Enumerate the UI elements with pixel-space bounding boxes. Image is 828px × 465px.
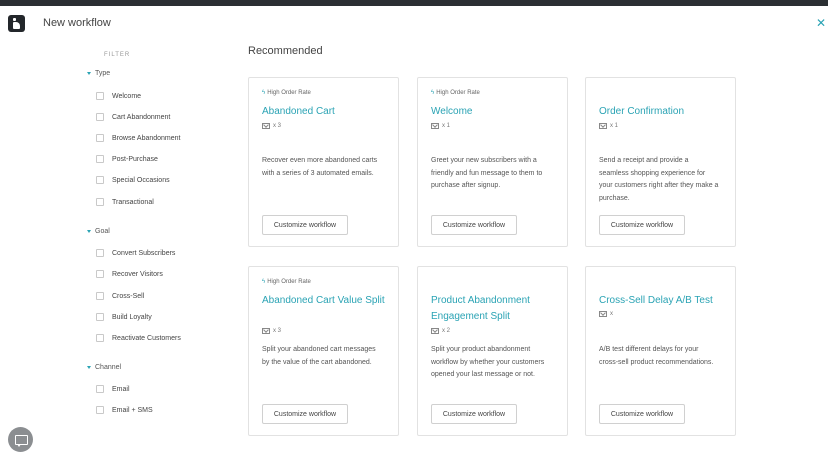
checkbox[interactable]	[96, 198, 104, 206]
page-title: New workflow	[43, 17, 111, 29]
bolt-icon: ϟ	[431, 90, 435, 96]
email-count: x 2	[431, 328, 450, 334]
card-title[interactable]: Abandoned Cart	[262, 104, 412, 120]
filter-group-goal[interactable]: Goal	[87, 228, 110, 235]
filter-option-cart-abandonment[interactable]: Cart Abandonment	[96, 111, 170, 123]
section-title: Recommended	[248, 45, 323, 57]
card-title[interactable]: Cross-Sell Delay A/B Test	[599, 293, 749, 309]
checkbox[interactable]	[96, 334, 104, 342]
checkbox[interactable]	[96, 406, 104, 414]
checkbox[interactable]	[96, 155, 104, 163]
mail-icon	[262, 123, 270, 129]
checkbox[interactable]	[96, 292, 104, 300]
high-order-rate-badge: ϟ High Order Rate	[262, 279, 311, 285]
caret-down-icon	[87, 365, 91, 369]
mail-icon	[431, 328, 439, 334]
chat-icon[interactable]	[8, 427, 33, 452]
high-order-rate-badge: ϟ High Order Rate	[262, 90, 311, 96]
email-count: x 3	[262, 123, 281, 129]
card-title[interactable]: Welcome	[431, 104, 581, 120]
customize-workflow-button[interactable]: Customize workflow	[262, 404, 348, 424]
filter-group-channel[interactable]: Channel	[87, 364, 121, 371]
filter-option-special-occasions[interactable]: Special Occasions	[96, 174, 170, 186]
email-count: x 1	[599, 123, 618, 129]
workflow-card-cross-sell-delay-ab-test[interactable]: Cross-Sell Delay A/B Test x A/B test dif…	[585, 266, 736, 436]
card-description: Recover even more abandoned carts with a…	[262, 157, 378, 177]
workflow-card-welcome[interactable]: ϟ High Order Rate Welcome x 1 Greet your …	[417, 77, 568, 247]
workflow-card-abandoned-cart-value-split[interactable]: ϟ High Order Rate Abandoned Cart Value Sp…	[248, 266, 399, 436]
filter-option-browse-abandonment[interactable]: Browse Abandonment	[96, 132, 181, 144]
card-description: Split your abandoned cart messages by th…	[262, 346, 376, 366]
mail-icon	[599, 123, 607, 129]
caret-down-icon	[87, 71, 91, 75]
card-description: A/B test different delays for your cross…	[599, 346, 714, 366]
filters-label: Filter	[104, 52, 131, 58]
filter-option-email[interactable]: Email	[96, 383, 130, 395]
card-title[interactable]: Abandoned Cart Value Split	[262, 293, 412, 309]
card-title[interactable]: Product Abandonment Engagement Split	[431, 293, 581, 325]
card-description: Greet your new subscribers with a friend…	[431, 157, 543, 189]
card-description: Send a receipt and provide a seamless sh…	[599, 157, 719, 202]
checkbox[interactable]	[96, 134, 104, 142]
filter-group-type[interactable]: Type	[87, 70, 110, 77]
checkbox[interactable]	[96, 385, 104, 393]
bolt-icon: ϟ	[262, 279, 266, 285]
header: New workflow ✕	[0, 6, 828, 42]
workflow-card-abandoned-cart[interactable]: ϟ High Order Rate Abandoned Cart x 3 Reco…	[248, 77, 399, 247]
logo-icon	[8, 15, 25, 32]
checkbox[interactable]	[96, 249, 104, 257]
customize-workflow-button[interactable]: Customize workflow	[431, 215, 517, 235]
checkbox[interactable]	[96, 270, 104, 278]
filter-option-welcome[interactable]: Welcome	[96, 90, 141, 102]
filter-option-post-purchase[interactable]: Post-Purchase	[96, 153, 158, 165]
mail-icon	[599, 311, 607, 317]
filter-option-reactivate-customers[interactable]: Reactivate Customers	[96, 332, 181, 344]
workflow-card-product-abandonment-engagement-split[interactable]: Product Abandonment Engagement Split x 2…	[417, 266, 568, 436]
mail-icon	[431, 123, 439, 129]
checkbox[interactable]	[96, 313, 104, 321]
mail-icon	[262, 328, 270, 334]
workflow-card-order-confirmation[interactable]: Order Confirmation x 1 Send a receipt an…	[585, 77, 736, 247]
bolt-icon: ϟ	[262, 90, 266, 96]
card-title[interactable]: Order Confirmation	[599, 104, 749, 120]
filter-option-email-sms[interactable]: Email + SMS	[96, 404, 153, 416]
filter-option-convert-subscribers[interactable]: Convert Subscribers	[96, 247, 175, 259]
customize-workflow-button[interactable]: Customize workflow	[599, 215, 685, 235]
filter-option-build-loyalty[interactable]: Build Loyalty	[96, 311, 152, 323]
card-description: Split your product abandonment workflow …	[431, 346, 545, 378]
close-icon[interactable]: ✕	[816, 16, 826, 30]
filter-option-recover-visitors[interactable]: Recover Visitors	[96, 268, 163, 280]
checkbox[interactable]	[96, 176, 104, 184]
checkbox[interactable]	[96, 113, 104, 121]
customize-workflow-button[interactable]: Customize workflow	[431, 404, 517, 424]
customize-workflow-button[interactable]: Customize workflow	[262, 215, 348, 235]
filter-option-transactional[interactable]: Transactional	[96, 196, 154, 208]
caret-down-icon	[87, 229, 91, 233]
email-count: x 1	[431, 123, 450, 129]
filter-option-cross-sell[interactable]: Cross-Sell	[96, 290, 144, 302]
email-count: x 3	[262, 328, 281, 334]
filter-sidebar: Filter Type Welcome Cart Abandonment Bro…	[0, 42, 230, 422]
customize-workflow-button[interactable]: Customize workflow	[599, 404, 685, 424]
high-order-rate-badge: ϟ High Order Rate	[431, 90, 480, 96]
email-count: x	[599, 311, 613, 317]
checkbox[interactable]	[96, 92, 104, 100]
